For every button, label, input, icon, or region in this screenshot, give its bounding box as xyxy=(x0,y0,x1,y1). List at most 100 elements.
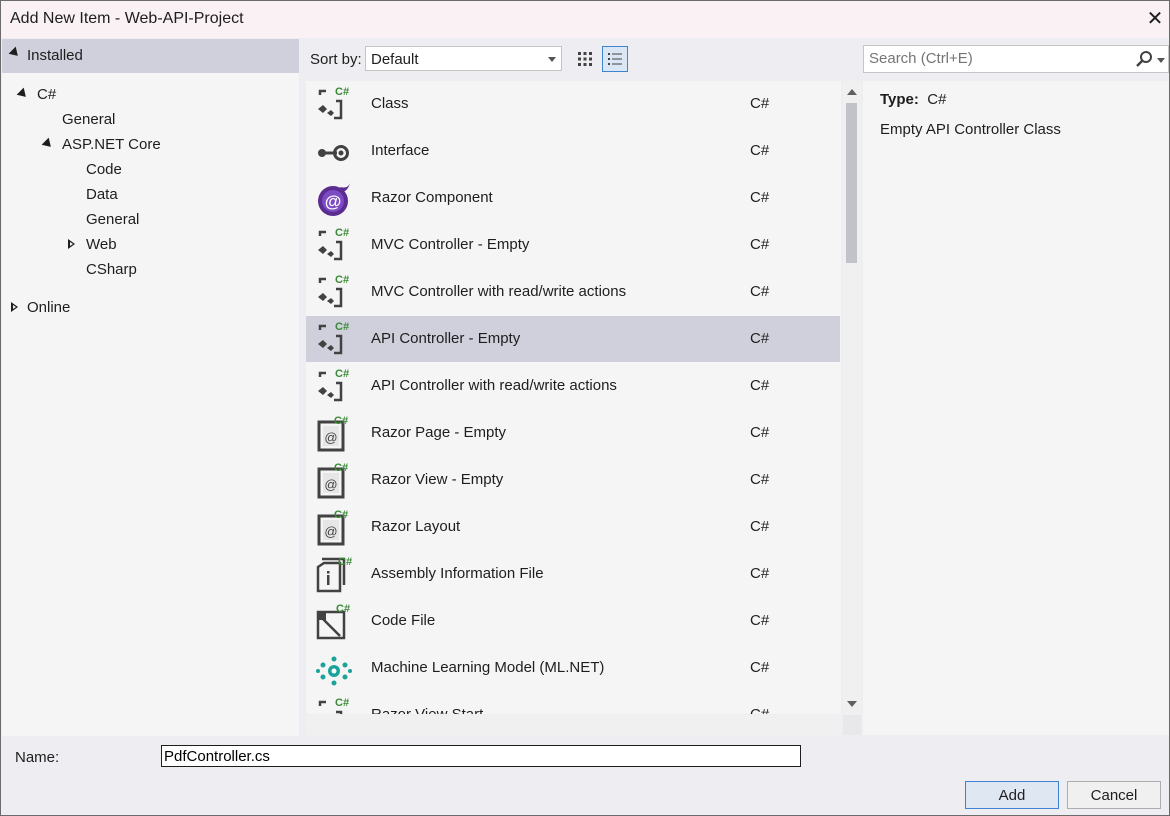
collapse-triangle-icon[interactable] xyxy=(16,87,30,101)
template-item[interactable]: C# MVC Controller - Empty C# xyxy=(306,222,840,268)
template-name: MVC Controller - Empty xyxy=(371,236,530,253)
svg-text:C#: C# xyxy=(335,227,349,239)
tree-item-label: C# xyxy=(37,86,57,103)
scroll-down-arrow-icon[interactable] xyxy=(847,701,857,707)
svg-text:C#: C# xyxy=(338,556,352,568)
scrollbar-thumb[interactable] xyxy=(846,103,857,263)
razor-icon: @ C# xyxy=(314,461,354,501)
cs-class-icon: C# xyxy=(314,226,354,266)
template-language: C# xyxy=(750,283,770,300)
tree-item-csharp[interactable]: C# xyxy=(16,83,57,107)
tree-item-installed[interactable]: Installed xyxy=(2,39,299,73)
svg-text:C#: C# xyxy=(334,462,348,474)
template-name: Machine Learning Model (ML.NET) xyxy=(371,659,605,676)
expand-triangle-icon[interactable] xyxy=(11,302,18,312)
vertical-scrollbar[interactable] xyxy=(843,81,861,735)
chevron-down-icon[interactable] xyxy=(1157,58,1165,63)
svg-text:C#: C# xyxy=(335,697,349,709)
sort-by-dropdown[interactable]: Default xyxy=(365,46,562,71)
svg-text:@: @ xyxy=(324,430,337,445)
mlnet-icon xyxy=(314,649,354,689)
svg-text:C#: C# xyxy=(335,368,349,380)
svg-text:C#: C# xyxy=(335,86,349,98)
template-name: Interface xyxy=(371,142,430,159)
type-line: Type: C# xyxy=(880,91,946,108)
search-input[interactable] xyxy=(869,50,1124,67)
template-item[interactable]: @ Razor Component C# xyxy=(306,175,840,221)
template-language: C# xyxy=(750,565,770,582)
name-label: Name: xyxy=(15,749,60,766)
tree-item-general-aspnet[interactable]: General xyxy=(86,208,139,232)
template-name: Razor View - Empty xyxy=(371,471,504,488)
razor-icon: @ C# xyxy=(314,508,354,548)
svg-text:@: @ xyxy=(324,477,337,492)
tree-item-general[interactable]: General xyxy=(62,108,115,132)
template-item[interactable]: C# Code File C# xyxy=(306,598,840,644)
template-language: C# xyxy=(750,706,769,714)
template-item[interactable]: C# Razor View Start C# xyxy=(306,692,840,714)
template-item[interactable]: @ C# Razor View - Empty C# xyxy=(306,457,840,503)
type-value: C# xyxy=(927,91,947,108)
template-name: Class xyxy=(371,95,409,112)
template-name: MVC Controller with read/write actions xyxy=(371,283,627,300)
expand-triangle-icon[interactable] xyxy=(68,239,75,249)
add-new-item-dialog: Add New Item - Web-API-Project ✕ Install… xyxy=(0,0,1170,816)
template-item[interactable]: C# API Controller with read/write actions… xyxy=(306,363,840,409)
add-button[interactable]: Add xyxy=(965,781,1059,809)
search-box[interactable] xyxy=(863,45,1169,73)
template-language: C# xyxy=(750,142,770,159)
cs-class-icon: C# xyxy=(314,85,354,125)
svg-text:C#: C# xyxy=(334,415,348,427)
close-icon[interactable]: ✕ xyxy=(1144,7,1166,30)
template-item[interactable]: Machine Learning Model (ML.NET) C# xyxy=(306,645,840,691)
tree-item-code[interactable]: Code xyxy=(86,158,122,182)
scroll-up-arrow-icon[interactable] xyxy=(847,89,857,95)
svg-text:@: @ xyxy=(325,192,342,211)
cs-class-icon: C# xyxy=(314,273,354,313)
template-list[interactable]: C# Class C# Interface C# @ Razor Component C# C#… xyxy=(306,81,841,714)
template-language: C# xyxy=(750,424,770,441)
cs-class-icon: C# xyxy=(314,367,354,407)
tree-item-web[interactable]: Web xyxy=(68,233,117,257)
tree-item-data[interactable]: Data xyxy=(86,183,118,207)
template-item[interactable]: @ C# Razor Layout C# xyxy=(306,504,840,550)
title-bar: Add New Item - Web-API-Project ✕ xyxy=(1,1,1169,38)
template-item[interactable]: @ C# Razor Page - Empty C# xyxy=(306,410,840,456)
template-language: C# xyxy=(750,612,770,629)
template-name: Code File xyxy=(371,612,436,629)
template-item[interactable]: C# MVC Controller with read/write actions… xyxy=(306,269,840,315)
grid-view-icon xyxy=(578,52,592,66)
svg-text:C#: C# xyxy=(334,509,348,521)
template-name: Razor View Start xyxy=(371,706,483,714)
tree-item-label: Installed xyxy=(27,47,83,64)
tree-item-aspnet-core[interactable]: ASP.NET Core xyxy=(41,133,161,157)
collapse-triangle-icon[interactable] xyxy=(41,137,55,151)
list-view-button[interactable] xyxy=(602,46,628,72)
medium-icons-view-button[interactable] xyxy=(572,46,598,72)
template-name: Razor Layout xyxy=(371,518,461,535)
template-item[interactable]: C# Class C# xyxy=(306,81,840,127)
collapse-triangle-icon[interactable] xyxy=(8,46,22,60)
template-item[interactable]: C# Assembly Information File C# xyxy=(306,551,840,597)
code-file-icon: C# xyxy=(314,602,354,642)
tree-item-csharp-leaf[interactable]: CSharp xyxy=(86,258,137,282)
cancel-button[interactable]: Cancel xyxy=(1067,781,1161,809)
template-name: API Controller - Empty xyxy=(371,330,521,347)
svg-text:C#: C# xyxy=(336,603,350,615)
chevron-down-icon xyxy=(548,57,556,62)
assembly-info-icon: C# xyxy=(314,555,354,595)
template-language: C# xyxy=(750,471,770,488)
cs-class-icon: C# xyxy=(314,696,354,714)
razor-icon: @ C# xyxy=(314,414,354,454)
name-input[interactable] xyxy=(161,745,801,767)
scrollbar-corner xyxy=(843,715,861,735)
template-language: C# xyxy=(750,189,770,206)
template-item[interactable]: Interface C# xyxy=(306,128,840,174)
template-item[interactable]: C# API Controller - Empty C# xyxy=(306,316,840,362)
template-language: C# xyxy=(750,95,770,112)
search-icon[interactable] xyxy=(1135,50,1153,68)
svg-text:C#: C# xyxy=(335,274,349,286)
tree-item-online[interactable]: Online xyxy=(11,296,70,320)
blazor-icon: @ xyxy=(314,179,354,219)
template-language: C# xyxy=(750,236,770,253)
